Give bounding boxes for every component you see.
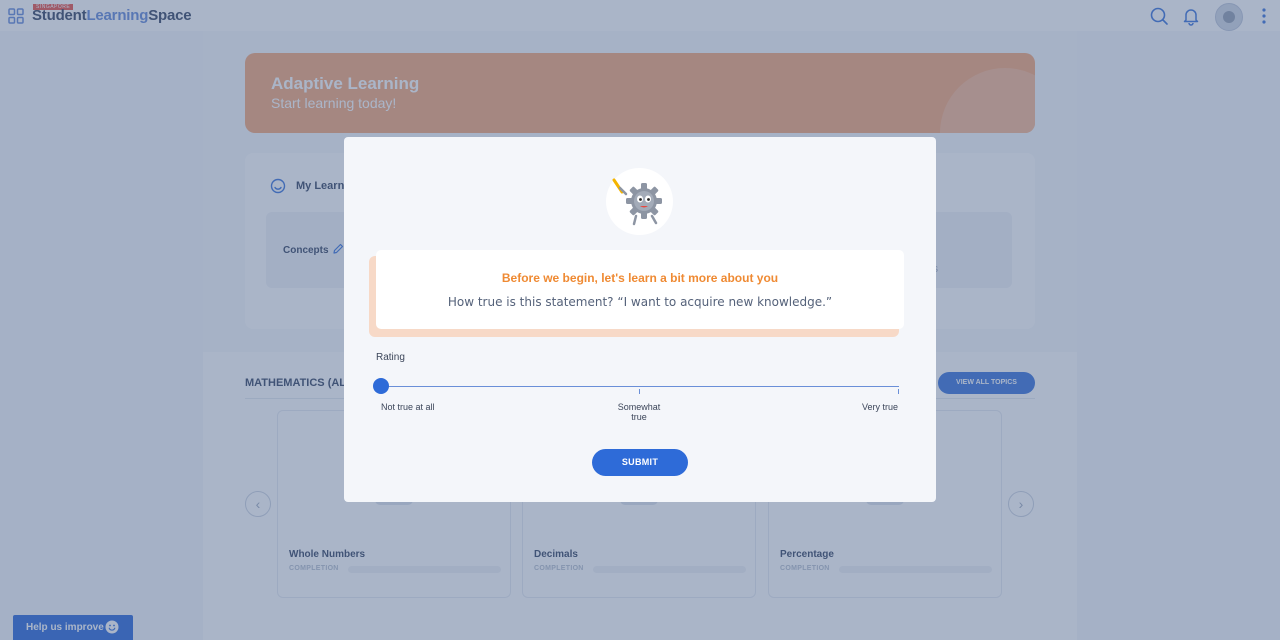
scale-min-label: Not true at all	[381, 402, 435, 412]
slider-tick-max	[898, 389, 899, 394]
survey-modal: Before we begin, let's learn a bit more …	[344, 137, 936, 502]
gear-mascot-icon	[612, 178, 662, 226]
rating-slider-thumb[interactable]	[373, 378, 389, 394]
slider-tick-mid	[639, 389, 640, 394]
mascot-avatar	[606, 168, 673, 235]
scale-max-label: Very true	[861, 402, 898, 412]
scale-mid-label: Somewhat true	[617, 402, 661, 422]
submit-button[interactable]: SUBMIT	[592, 449, 688, 476]
rating-slider-track[interactable]	[381, 386, 899, 387]
question-card: Before we begin, let's learn a bit more …	[376, 250, 904, 329]
question-title: Before we begin, let's learn a bit more …	[501, 271, 779, 285]
rating-label: Rating	[376, 352, 405, 363]
question-text: How true is this statement? “I want to a…	[447, 295, 833, 309]
